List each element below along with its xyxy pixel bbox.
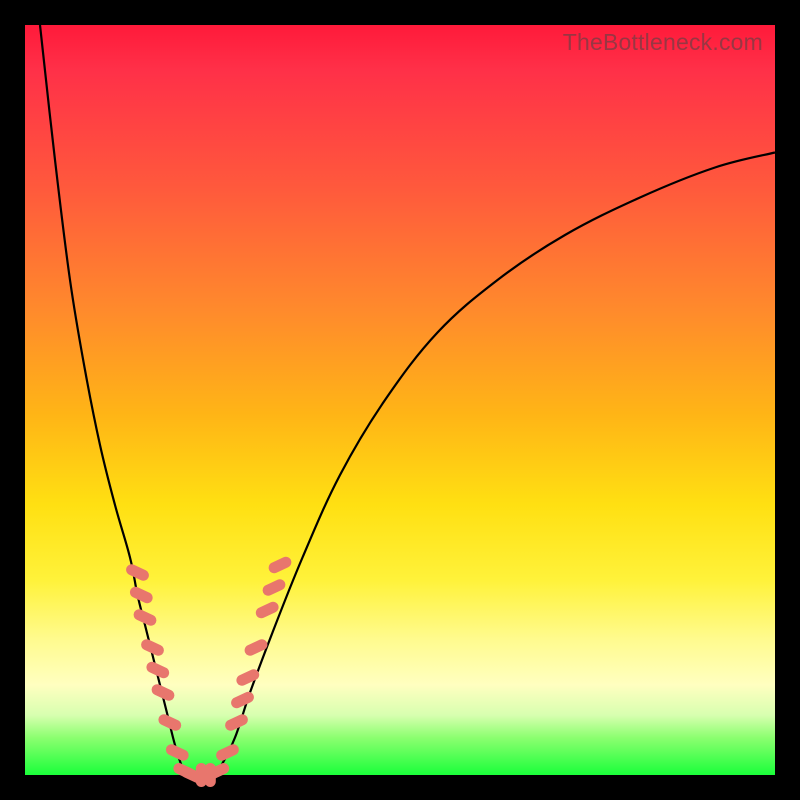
chart-frame: TheBottleneck.com bbox=[0, 0, 800, 800]
curve-right-branch bbox=[213, 153, 776, 776]
data-marker bbox=[261, 577, 287, 597]
data-marker bbox=[243, 637, 269, 657]
data-marker bbox=[124, 562, 150, 582]
data-marker bbox=[128, 585, 154, 605]
data-marker bbox=[254, 600, 280, 620]
plot-area: TheBottleneck.com bbox=[25, 25, 775, 775]
bottleneck-curve-svg bbox=[25, 25, 775, 775]
data-marker bbox=[267, 555, 293, 575]
data-marker bbox=[235, 667, 261, 687]
data-marker bbox=[223, 712, 249, 732]
data-marker bbox=[214, 742, 240, 762]
data-marker bbox=[157, 712, 183, 732]
marker-group bbox=[124, 555, 293, 787]
watermark-text: TheBottleneck.com bbox=[563, 29, 763, 56]
data-marker bbox=[229, 690, 255, 710]
curve-left-branch bbox=[40, 25, 190, 775]
data-marker bbox=[164, 742, 190, 762]
